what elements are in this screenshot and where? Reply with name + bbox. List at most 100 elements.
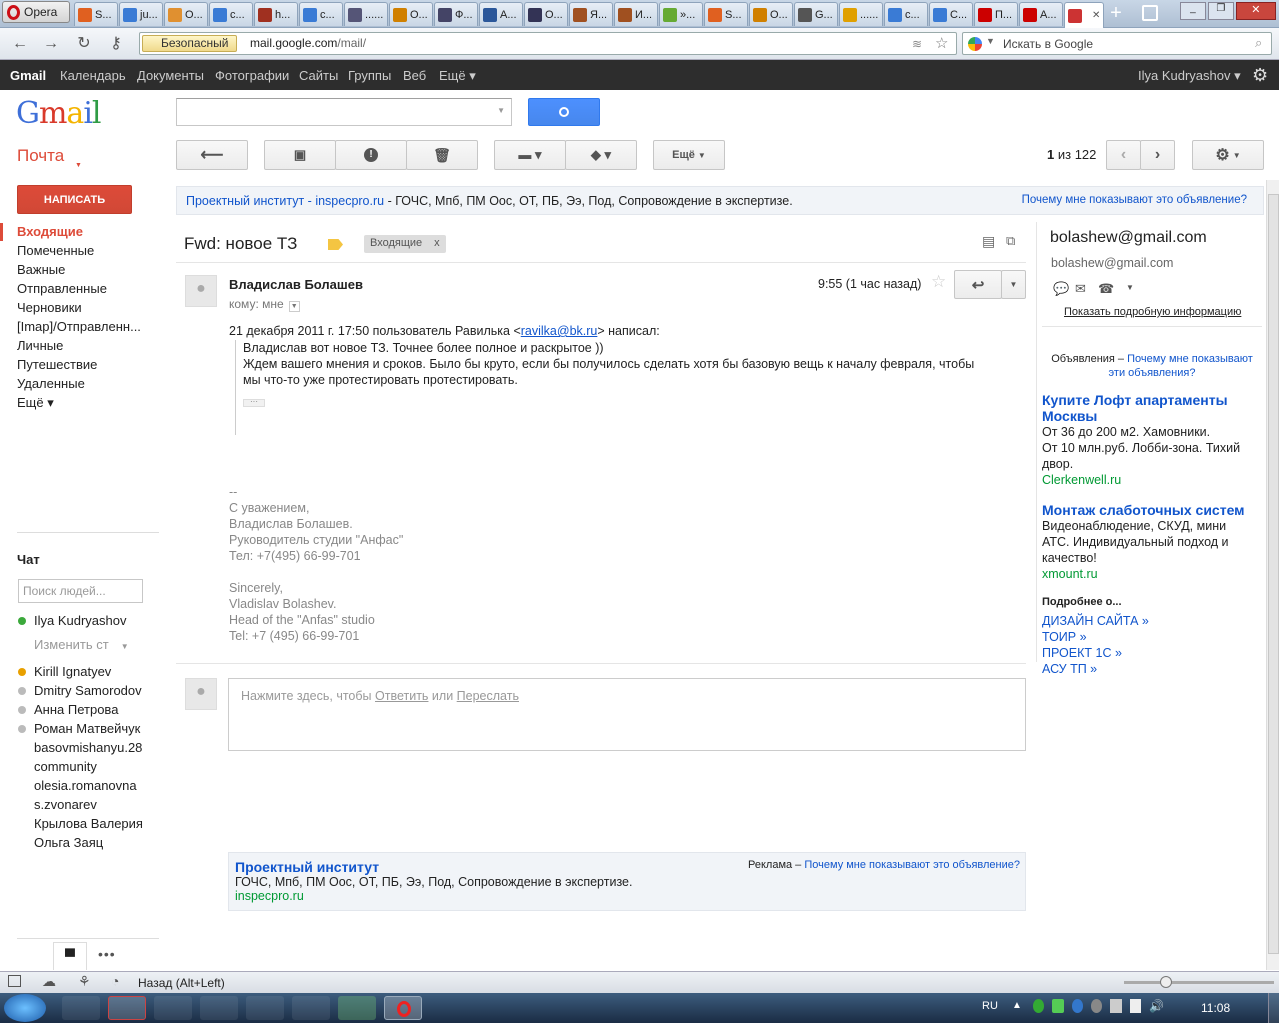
feed-icon[interactable]: ≋ [912, 37, 922, 51]
star-icon[interactable]: ☆ [931, 272, 946, 292]
labels-button[interactable]: ◆ ▾ [565, 140, 637, 170]
gmail-logo[interactable]: Gmail [16, 96, 101, 131]
reply-more-button[interactable]: ▼ [1001, 270, 1026, 299]
print-icon[interactable]: ▤ [982, 233, 995, 250]
chat-bubble-icon[interactable]: ▀ [53, 942, 87, 970]
turbo-icon[interactable]: ⚘ [78, 973, 91, 990]
importance-marker-icon[interactable] [328, 239, 343, 250]
more-actions-button[interactable]: Ещё ▼ [653, 140, 725, 170]
chat-contact[interactable]: s.zvonarev [34, 797, 97, 812]
close-icon[interactable]: ✕ [1235, 2, 1276, 20]
utorrent-icon[interactable] [154, 996, 192, 1020]
chat-self-name[interactable]: Ilya Kudryashov [34, 613, 127, 628]
more-about-link[interactable]: ПРОЕКТ 1С » [1042, 646, 1122, 660]
chat-contact[interactable]: Роман Матвейчук [34, 721, 140, 736]
browser-tab[interactable]: ...... [839, 2, 883, 26]
recipients-summary[interactable]: кому: мне ▼ [229, 297, 300, 312]
change-status-link[interactable]: Изменить ст ▼ [34, 637, 129, 652]
new-tab-icon[interactable]: + [1105, 3, 1127, 25]
zoom-slider[interactable] [1124, 976, 1274, 988]
compose-button[interactable]: НАПИСАТЬ [17, 185, 132, 214]
browser-tab[interactable]: O... [164, 2, 208, 26]
browser-tab[interactable]: C... [929, 2, 973, 26]
address-bar[interactable]: Безопасный mail.google.com/mail/ ≋ ☆ [139, 32, 957, 55]
folder-item[interactable]: [Imap]/Отправленн... [17, 319, 141, 334]
back-to-inbox-button[interactable]: ⟵ [176, 140, 248, 170]
folder-item[interactable]: Важные [17, 262, 65, 277]
browser-tab[interactable]: O... [749, 2, 793, 26]
search-icon[interactable]: ⌕ [1255, 35, 1262, 51]
chevron-down-icon[interactable]: ▼ [1126, 283, 1134, 292]
older-button[interactable]: › [1140, 140, 1175, 170]
top-ad-domain[interactable]: inspecpro.ru [315, 194, 384, 208]
tray-icon[interactable] [1071, 999, 1083, 1013]
mail-icon[interactable]: ✉ [1075, 281, 1086, 297]
app-icon[interactable] [338, 996, 376, 1020]
network-icon[interactable] [1110, 999, 1122, 1013]
settings-button[interactable]: ⚙ ▼ [1192, 140, 1264, 170]
browser-tab[interactable]: ...... [344, 2, 388, 26]
forward-arrow-icon[interactable]: → [40, 34, 62, 54]
more-about-link[interactable]: ДИЗАЙН САЙТА » [1042, 614, 1149, 628]
browser-tab[interactable]: h... [254, 2, 298, 26]
chat-search-input[interactable]: Поиск людей... [18, 579, 143, 603]
reply-button[interactable]: ↩ [954, 270, 1002, 299]
web-search-field[interactable]: ▼ Искать в Google ⌕ [962, 32, 1272, 55]
browser-tab[interactable]: Ф... [434, 2, 478, 26]
browser-tab[interactable]: П... [974, 2, 1018, 26]
user-menu[interactable]: Ilya Kudryashov ▾ [1138, 68, 1241, 84]
sidebar-ad-domain[interactable]: Clerkenwell.ru [1042, 472, 1257, 488]
remove-label-icon[interactable]: x [434, 237, 440, 249]
gbar-link[interactable]: Группы [348, 68, 391, 83]
volume-icon[interactable]: 🔊 [1149, 999, 1164, 1013]
gbar-link[interactable]: Календарь [60, 68, 126, 83]
ad-why-link[interactable]: Почему мне показывают это объявление? [804, 859, 1020, 871]
zoom-slider-thumb[interactable] [1160, 976, 1172, 988]
browser-tab[interactable]: c... [884, 2, 928, 26]
chevron-down-icon[interactable]: ▼ [986, 36, 995, 46]
tray-icon[interactable] [1033, 999, 1045, 1013]
page-scrollbar[interactable] [1266, 180, 1279, 970]
search-button[interactable] [528, 98, 600, 126]
cloud-icon[interactable]: ☁ [42, 973, 56, 990]
speed-icon[interactable]: ◔ [111, 973, 119, 989]
chat-contact[interactable]: Крылова Валерия [34, 816, 143, 831]
folder-item[interactable]: Входящие [17, 224, 83, 239]
back-arrow-icon[interactable]: ← [9, 34, 31, 54]
folder-icon[interactable] [200, 996, 238, 1020]
report-spam-button[interactable]: ! [335, 140, 407, 170]
chat-icon[interactable]: 💬 [1053, 281, 1069, 297]
chevron-down-icon[interactable]: ▼ [288, 301, 300, 312]
more-about-link[interactable]: АСУ ТП » [1042, 662, 1097, 676]
show-trimmed-icon[interactable]: ··· [243, 398, 265, 407]
sender-avatar[interactable]: ● [185, 275, 217, 307]
browser-tab[interactable]: c... [209, 2, 253, 26]
restore-icon[interactable]: ❐ [1207, 2, 1234, 20]
gbar-link[interactable]: Веб [403, 68, 426, 83]
panel-toggle-icon[interactable] [8, 975, 21, 987]
tray-icon[interactable] [1052, 999, 1064, 1013]
bottom-ad-domain[interactable]: inspecpro.ru [235, 889, 1019, 903]
opera-menu-button[interactable]: Opera [2, 1, 70, 23]
clock[interactable]: 11:08 [1201, 1001, 1230, 1015]
mail-label[interactable]: Почта [17, 146, 64, 166]
gbar-link[interactable]: Сайты [299, 68, 338, 83]
ad-why-link[interactable]: Почему мне показывают это объявление? [1022, 194, 1247, 206]
ads-why-link[interactable]: Почему мне показывают эти объявления? [1109, 353, 1253, 379]
browser-tab[interactable]: O... [389, 2, 433, 26]
chat-contact[interactable]: olesia.romanovna [34, 778, 137, 793]
chat-contact[interactable]: basovmishanyu.28 [34, 740, 142, 755]
firefox-icon[interactable] [292, 996, 330, 1020]
newer-button[interactable]: ‹ [1106, 140, 1141, 170]
scrollbar-thumb[interactable] [1268, 194, 1279, 954]
flag-icon[interactable] [1129, 999, 1141, 1013]
browser-tab[interactable]: ✕ [1064, 2, 1104, 28]
media-player-icon[interactable] [246, 996, 284, 1020]
show-desktop-button[interactable] [1268, 993, 1279, 1023]
mail-dropdown-icon[interactable]: ▼ [75, 162, 82, 169]
chat-contact[interactable]: community [34, 759, 97, 774]
inbox-label-chip[interactable]: Входящие x [364, 235, 446, 253]
folder-item[interactable]: Черновики [17, 300, 82, 315]
ie-icon[interactable] [62, 996, 100, 1020]
bookmark-star-icon[interactable]: ☆ [935, 34, 948, 52]
